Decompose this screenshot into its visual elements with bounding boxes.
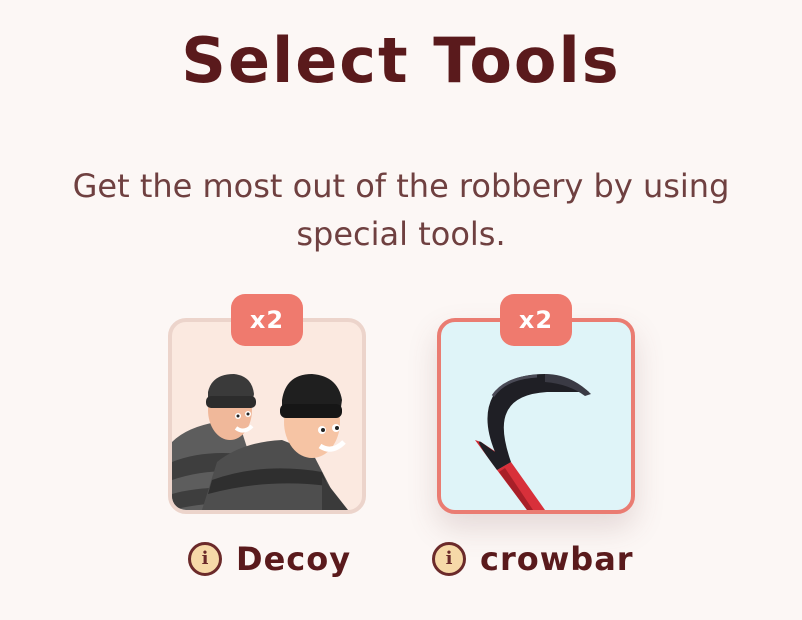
tool-card-crowbar[interactable]: x2: [437, 294, 635, 514]
tool-label-crowbar: i crowbar: [432, 540, 634, 578]
count-badge: x2: [231, 294, 303, 346]
crowbar-illustration: [441, 322, 631, 510]
page-subtitle: Get the most out of the robbery by using…: [72, 167, 730, 253]
tool-card-decoy[interactable]: x2: [168, 294, 366, 514]
select-tools-screen: Select Tools Get the most out of the rob…: [0, 0, 802, 620]
tool-name: Decoy: [236, 540, 352, 578]
info-icon[interactable]: i: [188, 542, 222, 576]
tool-name: crowbar: [480, 540, 634, 578]
count-badge: x2: [500, 294, 572, 346]
info-icon[interactable]: i: [432, 542, 466, 576]
tool-label-decoy: i Decoy: [188, 540, 351, 578]
robbers-illustration: [172, 322, 362, 510]
page-title: Select Tools: [181, 24, 621, 97]
